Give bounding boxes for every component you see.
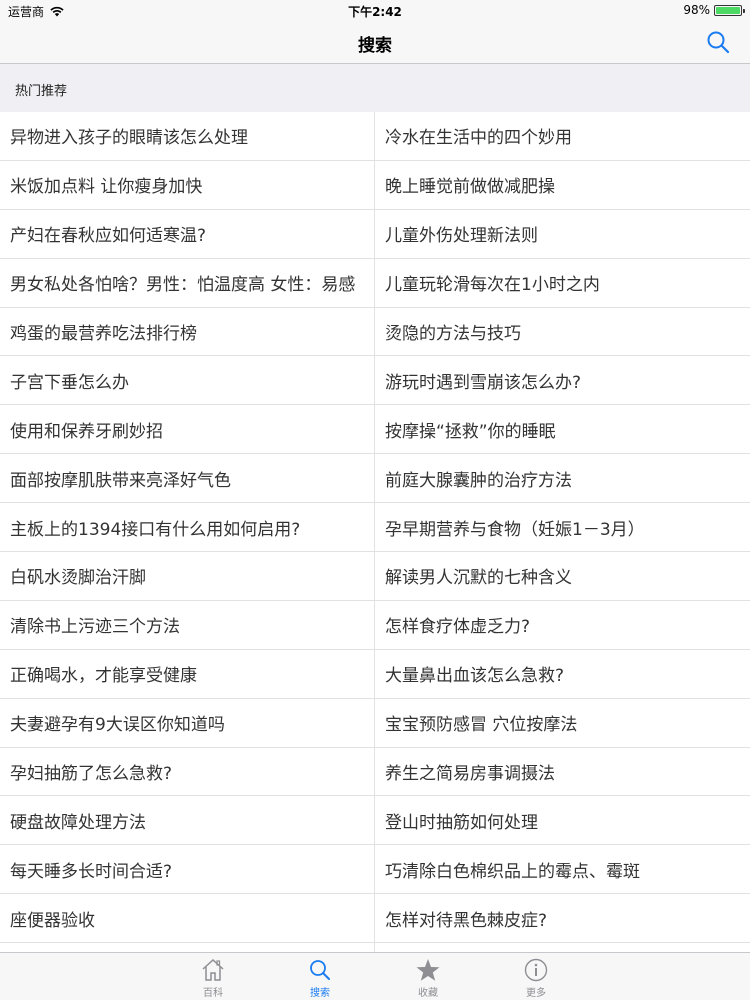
topic-item-right[interactable]: 儿童玩轮滑每次在1小时之内 xyxy=(375,259,750,307)
tab-label: 更多 xyxy=(526,988,546,999)
topic-item-right[interactable]: 大量鼻出血该怎么急救? xyxy=(375,650,750,698)
topic-item-right[interactable]: 儿童外伤处理新法则 xyxy=(375,210,750,258)
topic-item-left[interactable]: 正确喝水，才能享受健康 xyxy=(0,649,375,698)
navigation-bar: 搜索 xyxy=(0,20,750,64)
tab-favorites[interactable]: 收藏 xyxy=(398,953,458,1000)
topic-row: 使用和保养牙刷妙招 按摩操“拯救”你的睡眠 xyxy=(0,405,750,455)
topic-item-left[interactable]: 鸡蛋的最营养吃法排行榜 xyxy=(0,307,375,356)
search-icon[interactable] xyxy=(704,28,732,56)
topic-item-right[interactable]: 登山时抽筋如何处理 xyxy=(375,796,750,844)
topic-item-left[interactable]: 座便器验收 xyxy=(0,894,375,943)
topic-row: 正确喝水，才能享受健康 大量鼻出血该怎么急救? xyxy=(0,649,750,699)
topic-item-right[interactable]: 游玩时遇到雪崩该怎么办? xyxy=(375,356,750,404)
topic-item-left[interactable] xyxy=(0,943,375,952)
topic-item-left[interactable]: 夫妻避孕有9大误区你知道吗 xyxy=(0,698,375,747)
info-icon xyxy=(524,958,548,982)
topic-row: 硬盘故障处理方法 登山时抽筋如何处理 xyxy=(0,796,750,846)
battery-fill xyxy=(716,6,740,14)
tab-more[interactable]: 更多 xyxy=(506,953,566,1000)
topic-row: 异物进入孩子的眼睛该怎么处理 冷水在生活中的四个妙用 xyxy=(0,112,750,161)
status-bar: 运营商 下午2:42 98% xyxy=(0,0,750,20)
topic-item-right[interactable]: 宝宝预防感冒 穴位按摩法 xyxy=(375,699,750,747)
topic-row: 产妇在春秋应如何适寒温? 儿童外伤处理新法则 xyxy=(0,209,750,259)
topic-item-left[interactable]: 孕妇抽筋了怎么急救? xyxy=(0,747,375,796)
topic-row: 座便器验收 怎样对待黑色棘皮症? xyxy=(0,894,750,944)
topic-item-right[interactable]: 解读男人沉默的七种含义 xyxy=(375,552,750,600)
tab-baike[interactable]: 百科 xyxy=(183,953,243,1000)
topic-item-left[interactable]: 每天睡多长时间合适? xyxy=(0,845,375,894)
topic-item-left[interactable]: 使用和保养牙刷妙招 xyxy=(0,405,375,454)
tab-search[interactable]: 搜索 xyxy=(290,953,350,1000)
topic-item-left[interactable]: 产妇在春秋应如何适寒温? xyxy=(0,209,375,258)
topic-item-right[interactable] xyxy=(375,943,750,952)
house-icon xyxy=(202,958,224,981)
battery-icon xyxy=(714,4,745,16)
topic-item-right[interactable]: 怎样对待黑色棘皮症? xyxy=(375,894,750,942)
topic-row: 每天睡多长时间合适? 巧清除白色棉织品上的霉点、霉斑 xyxy=(0,845,750,895)
topic-item-left[interactable]: 主板上的1394接口有什么用如何启用? xyxy=(0,503,375,552)
topic-item-left[interactable]: 清除书上污迹三个方法 xyxy=(0,600,375,649)
topic-row: 子宫下垂怎么办 游玩时遇到雪崩该怎么办? xyxy=(0,356,750,406)
star-icon xyxy=(416,959,440,981)
topic-item-right[interactable]: 按摩操“拯救”你的睡眠 xyxy=(375,405,750,453)
search-icon xyxy=(310,960,330,980)
topic-item-left[interactable]: 男女私处各怕啥？男性：怕温度高 女性：易感 xyxy=(0,258,375,307)
battery-percent: 98% xyxy=(683,3,710,17)
topic-item-right[interactable]: 养生之简易房事调摄法 xyxy=(375,748,750,796)
topic-row xyxy=(0,943,750,952)
topic-item-left[interactable]: 米饭加点料 让你瘦身加快 xyxy=(0,160,375,209)
topic-item-right[interactable]: 巧清除白色棉织品上的霉点、霉斑 xyxy=(375,845,750,893)
topic-item-left[interactable]: 面部按摩肌肤带来亮泽好气色 xyxy=(0,454,375,503)
topic-row: 夫妻避孕有9大误区你知道吗 宝宝预防感冒 穴位按摩法 xyxy=(0,698,750,748)
topic-row: 男女私处各怕啥？男性：怕温度高 女性：易感 儿童玩轮滑每次在1小时之内 xyxy=(0,258,750,308)
tab-bar: 百科 搜索 收藏 更多 xyxy=(0,952,750,1000)
topic-row: 孕妇抽筋了怎么急救? 养生之简易房事调摄法 xyxy=(0,747,750,797)
topic-row: 白矾水烫脚治汗脚 解读男人沉默的七种含义 xyxy=(0,552,750,601)
section-title: 热门推荐 xyxy=(15,84,68,99)
topic-grid: 异物进入孩子的眼睛该怎么处理 冷水在生活中的四个妙用 米饭加点料 让你瘦身加快 晚上睡… xyxy=(0,112,750,952)
topic-item-right[interactable]: 晚上睡觉前做做减肥操 xyxy=(375,161,750,209)
topic-row: 面部按摩肌肤带来亮泽好气色 前庭大腺囊肿的治疗方法 xyxy=(0,454,750,504)
tab-label: 收藏 xyxy=(418,988,438,999)
page-title: 搜索 xyxy=(358,36,392,56)
tab-label: 百科 xyxy=(203,988,223,999)
topic-row: 鸡蛋的最营养吃法排行榜 烫隐的方法与技巧 xyxy=(0,307,750,357)
status-time: 下午2:42 xyxy=(348,5,402,19)
topic-item-left[interactable]: 白矾水烫脚治汗脚 xyxy=(0,552,375,600)
tab-label: 搜索 xyxy=(310,988,330,999)
topic-row: 米饭加点料 让你瘦身加快 晚上睡觉前做做减肥操 xyxy=(0,160,750,210)
status-right: 98% xyxy=(683,3,745,17)
topic-item-right[interactable]: 前庭大腺囊肿的治疗方法 xyxy=(375,454,750,502)
topic-row: 清除书上污迹三个方法 怎样食疗体虚乏力? xyxy=(0,600,750,650)
topic-item-left[interactable]: 硬盘故障处理方法 xyxy=(0,796,375,845)
topic-item-right[interactable]: 怎样食疗体虚乏力? xyxy=(375,601,750,649)
topic-row: 主板上的1394接口有什么用如何启用? 孕早期营养与食物（妊娠1－3月） xyxy=(0,503,750,553)
topic-item-right[interactable]: 孕早期营养与食物（妊娠1－3月） xyxy=(375,503,750,551)
section-header: 热门推荐 xyxy=(0,64,750,112)
topic-item-left[interactable]: 异物进入孩子的眼睛该怎么处理 xyxy=(0,112,375,160)
topic-item-left[interactable]: 子宫下垂怎么办 xyxy=(0,356,375,405)
topic-item-right[interactable]: 烫隐的方法与技巧 xyxy=(375,308,750,356)
topic-item-right[interactable]: 冷水在生活中的四个妙用 xyxy=(375,112,750,160)
